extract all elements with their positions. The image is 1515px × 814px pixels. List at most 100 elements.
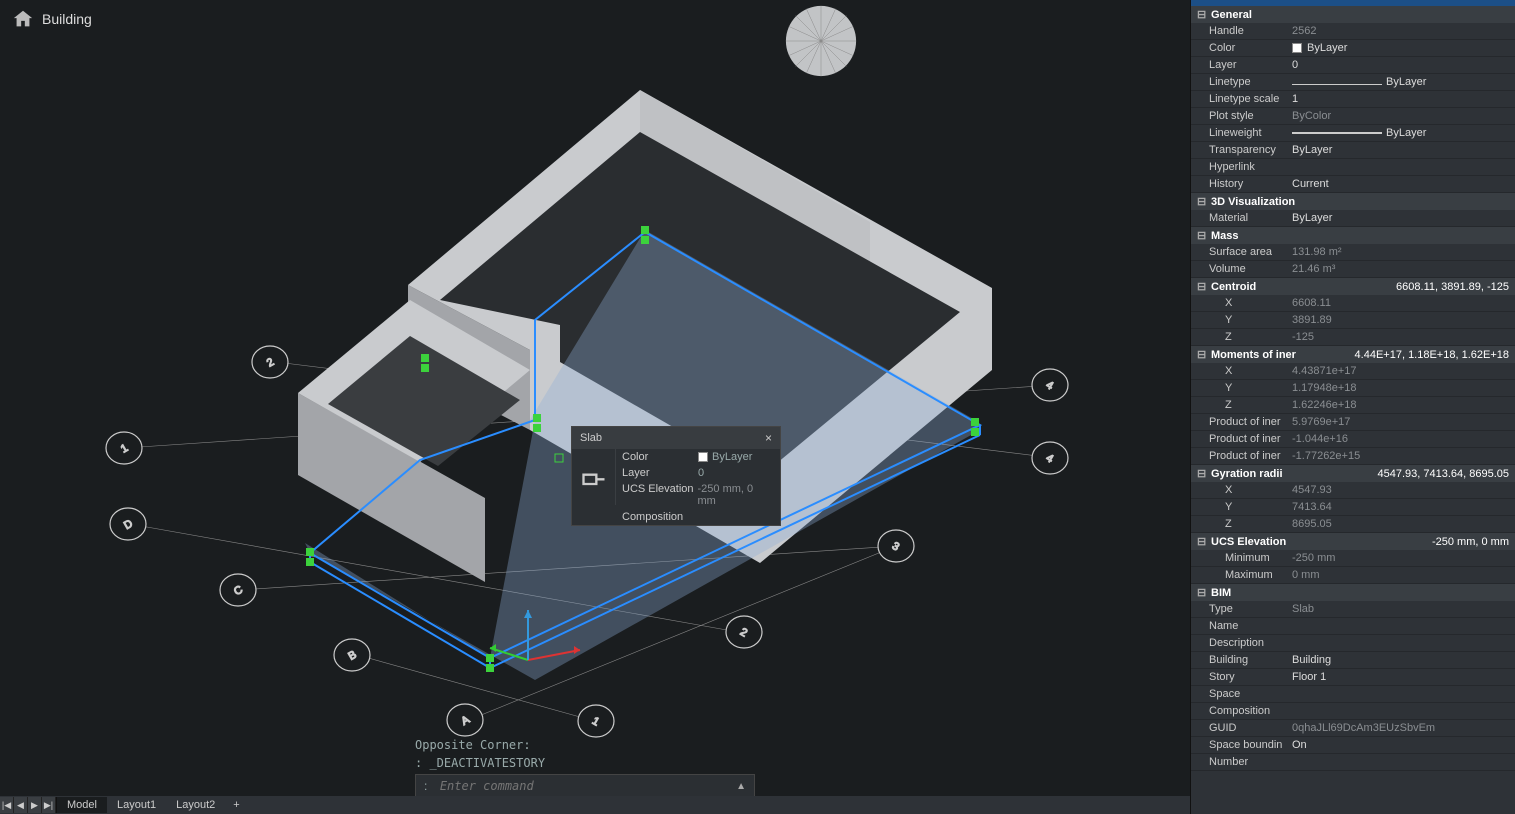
prop-value[interactable]: 0 [1286,57,1515,73]
prop-row[interactable]: BuildingBuilding [1191,652,1515,669]
prop-row[interactable]: GUID0qhaJLl69DcAm3EUzSbvEm [1191,720,1515,737]
prop-row[interactable]: TypeSlab [1191,601,1515,618]
prop-value[interactable]: 5.9769e+17 [1286,414,1515,430]
prop-row[interactable]: Linetype scale1 [1191,91,1515,108]
prop-row[interactable]: Product of iner-1.044e+16 [1191,431,1515,448]
tab-nav-next[interactable]: ▶ [28,797,42,813]
prop-value[interactable]: ByLayer [1286,210,1515,226]
prop-value[interactable]: 4547.93 [1286,482,1515,498]
section-header[interactable]: ⊟Moments of iner4.44E+17, 1.18E+18, 1.62… [1191,346,1515,363]
prop-value[interactable] [1286,703,1515,719]
collapse-icon[interactable]: ⊟ [1197,348,1207,361]
prop-value[interactable]: 3891.89 [1286,312,1515,328]
tab-layout1[interactable]: Layout1 [107,797,166,813]
collapse-icon[interactable]: ⊟ [1197,195,1207,208]
prop-value[interactable]: 1.62246e+18 [1286,397,1515,413]
command-input-wrap[interactable]: : ▲ [415,774,755,798]
prop-row[interactable]: X4.43871e+17 [1191,363,1515,380]
prop-row[interactable]: Space boundinOn [1191,737,1515,754]
prop-row[interactable]: LineweightByLayer [1191,125,1515,142]
prop-row[interactable]: StoryFloor 1 [1191,669,1515,686]
prop-value[interactable]: On [1286,737,1515,753]
prop-row[interactable]: Volume21.46 m³ [1191,261,1515,278]
prop-value[interactable]: Building [1286,652,1515,668]
prop-row[interactable]: Plot styleByColor [1191,108,1515,125]
prop-row[interactable]: X4547.93 [1191,482,1515,499]
prop-value[interactable]: 1 [1286,91,1515,107]
properties-panel[interactable]: ⊟GeneralHandle2562ColorByLayerLayer0Line… [1190,0,1515,814]
prop-row[interactable]: Y3891.89 [1191,312,1515,329]
prop-value[interactable]: 131.98 m² [1286,244,1515,260]
collapse-icon[interactable]: ⊟ [1197,229,1207,242]
close-icon[interactable]: × [765,431,772,445]
viewport-3d[interactable]: Building 1 2 D C B A 1 2 3 4 4 [0,0,1190,814]
prop-value[interactable]: -250 mm [1286,550,1515,566]
prop-row[interactable]: Surface area131.98 m² [1191,244,1515,261]
prop-value[interactable]: 4.43871e+17 [1286,363,1515,379]
command-input[interactable] [440,779,730,793]
prop-value[interactable] [1286,635,1515,651]
prop-row[interactable]: Space [1191,686,1515,703]
collapse-icon[interactable]: ⊟ [1197,535,1207,548]
prop-row[interactable]: LinetypeByLayer [1191,74,1515,91]
prop-row[interactable]: Z1.62246e+18 [1191,397,1515,414]
prop-value[interactable]: 0qhaJLl69DcAm3EUzSbvEm [1286,720,1515,736]
prop-row[interactable]: ColorByLayer [1191,40,1515,57]
prop-value[interactable]: Floor 1 [1286,669,1515,685]
prop-row[interactable]: Y1.17948e+18 [1191,380,1515,397]
prop-row[interactable]: Layer0 [1191,57,1515,74]
prop-value[interactable]: 21.46 m³ [1286,261,1515,277]
tab-add-button[interactable]: + [225,797,247,813]
collapse-icon[interactable]: ⊟ [1197,280,1207,293]
prop-row[interactable]: Product of iner5.9769e+17 [1191,414,1515,431]
prop-row[interactable]: Number [1191,754,1515,771]
prop-row[interactable]: HistoryCurrent [1191,176,1515,193]
prop-row[interactable]: Z-125 [1191,329,1515,346]
prop-row[interactable]: Composition [1191,703,1515,720]
prop-value[interactable]: 1.17948e+18 [1286,380,1515,396]
section-header[interactable]: ⊟Centroid6608.11, 3891.89, -125 [1191,278,1515,295]
section-header[interactable]: ⊟Gyration radii4547.93, 7413.64, 8695.05 [1191,465,1515,482]
section-header[interactable]: ⊟General [1191,6,1515,23]
chevron-up-icon[interactable]: ▲ [736,781,746,792]
prop-row[interactable]: Minimum-250 mm [1191,550,1515,567]
prop-value[interactable]: ByLayer [1286,74,1515,90]
tab-nav-first[interactable]: |◀ [0,797,14,813]
prop-value[interactable] [1286,618,1515,634]
prop-value[interactable]: 6608.11 [1286,295,1515,311]
prop-value[interactable]: Slab [1286,601,1515,617]
prop-value[interactable]: -1.77262e+15 [1286,448,1515,464]
prop-value[interactable]: -125 [1286,329,1515,345]
prop-value[interactable]: ByLayer [1286,40,1515,56]
prop-value[interactable]: 8695.05 [1286,516,1515,532]
tab-layout2[interactable]: Layout2 [166,797,225,813]
prop-row[interactable]: Hyperlink [1191,159,1515,176]
prop-value[interactable]: ByLayer [1286,125,1515,141]
prop-value[interactable]: 0 mm [1286,567,1515,583]
prop-value[interactable] [1286,754,1515,770]
section-header[interactable]: ⊟UCS Elevation-250 mm, 0 mm [1191,533,1515,550]
prop-value[interactable]: 7413.64 [1286,499,1515,515]
section-header[interactable]: ⊟BIM [1191,584,1515,601]
prop-value[interactable]: -1.044e+16 [1286,431,1515,447]
prop-row[interactable]: TransparencyByLayer [1191,142,1515,159]
prop-value[interactable]: ByLayer [1286,142,1515,158]
prop-row[interactable]: Z8695.05 [1191,516,1515,533]
prop-row[interactable]: Product of iner-1.77262e+15 [1191,448,1515,465]
tab-nav-last[interactable]: ▶| [42,797,56,813]
section-header[interactable]: ⊟3D Visualization [1191,193,1515,210]
prop-row[interactable]: MaterialByLayer [1191,210,1515,227]
prop-row[interactable]: Description [1191,635,1515,652]
section-header[interactable]: ⊟Mass [1191,227,1515,244]
collapse-icon[interactable]: ⊟ [1197,467,1207,480]
prop-value[interactable] [1286,159,1515,175]
prop-value[interactable] [1286,686,1515,702]
prop-value[interactable]: 2562 [1286,23,1515,39]
prop-row[interactable]: Handle2562 [1191,23,1515,40]
collapse-icon[interactable]: ⊟ [1197,586,1207,599]
view-cube[interactable] [782,2,860,80]
tab-nav-prev[interactable]: ◀ [14,797,28,813]
prop-value[interactable]: Current [1286,176,1515,192]
tab-model[interactable]: Model [57,797,107,813]
prop-row[interactable]: Y7413.64 [1191,499,1515,516]
